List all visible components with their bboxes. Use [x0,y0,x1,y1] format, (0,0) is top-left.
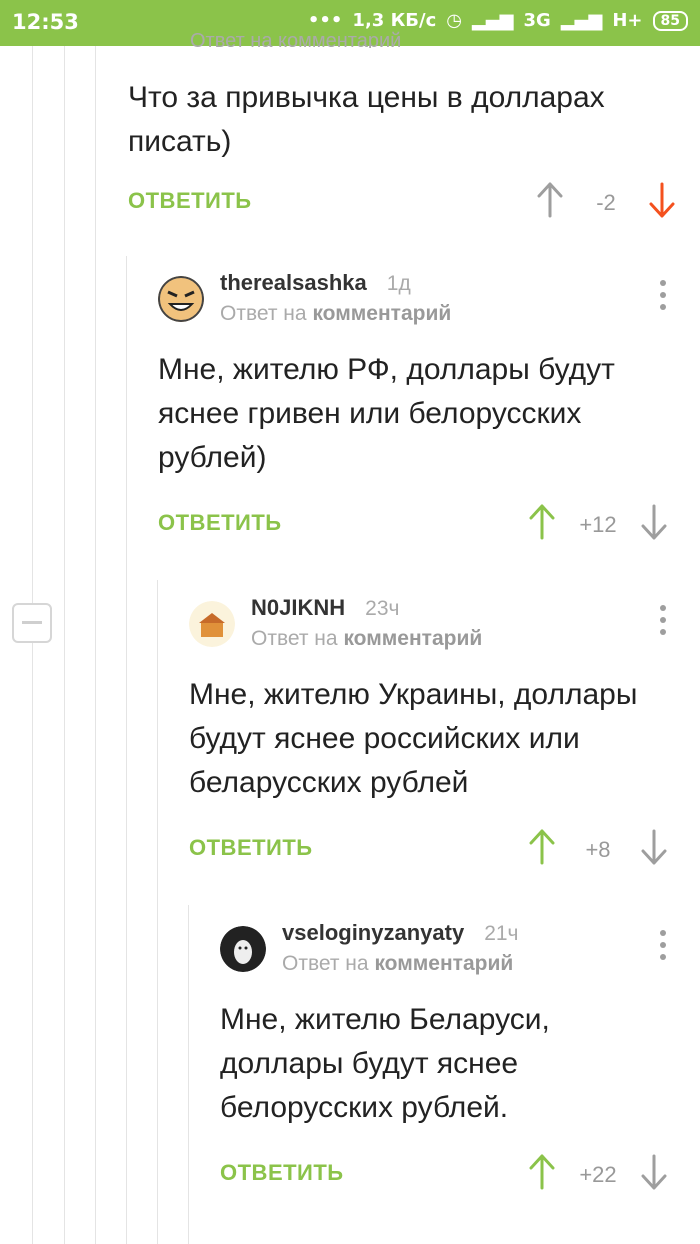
comment-header: vseloginyzanyaty 21ч Ответ на комментарий [220,920,668,980]
upvote-icon[interactable] [528,1154,556,1190]
status-time: 12:53 [12,10,79,34]
comment-actions: ОТВЕТИТЬ +8 [189,823,668,871]
partial-reply-header: Ответ на комментарий [190,30,402,48]
thread-line [126,256,127,1244]
downvote-icon[interactable] [640,829,668,865]
battery-icon: 85 [652,10,688,31]
signal-icon: ▂▄▆ [560,10,603,31]
vote-controls: +12 [528,502,668,542]
score: +8 [585,837,611,862]
score: -2 [596,190,616,215]
thread-line [32,46,33,1244]
comment-text: Мне, жителю Беларуси, доллары будут ясне… [220,1003,550,1124]
thread-line [157,580,158,1244]
thread-line [95,46,96,1244]
reply-to-line: Ответ на комментарий [282,952,514,975]
reply-target-link[interactable]: комментарий [312,302,451,325]
reply-target-link[interactable]: комментарий [374,952,513,975]
vote-controls: +22 [528,1152,668,1192]
more-menu-icon[interactable] [658,280,668,310]
downvote-icon[interactable] [648,182,676,218]
comment-time: 23ч [365,597,400,620]
signal-icon: ▂▄▆ [471,10,514,31]
more-menu-icon[interactable] [658,930,668,960]
score: +22 [579,1162,617,1187]
comment-top: Что за привычка цены в долларах писать) … [128,58,676,224]
comment: therealsashka 1д Ответ на комментарий Мне… [158,270,668,546]
network-type-h: H+ [612,10,643,31]
comment-header: N0JIKNH 23ч Ответ на комментарий [189,595,668,655]
comment-text: Мне, жителю Украины, доллары будут яснее… [189,678,638,799]
downvote-icon[interactable] [640,504,668,540]
author-name[interactable]: N0JIKNH 23ч [251,595,399,621]
comment-time: 1д [386,272,411,295]
vote-controls: -2 [536,180,676,220]
comment-time: 21ч [484,922,519,945]
reply-button[interactable]: ОТВЕТИТЬ [128,188,252,214]
reply-to-line: Ответ на комментарий [251,627,483,650]
avatar[interactable] [158,276,204,322]
comment-text: Что за привычка цены в долларах писать) [128,81,605,158]
thread-line [64,46,65,1244]
thread-line [188,905,189,1244]
collapse-thread-button[interactable] [12,603,52,643]
reply-button[interactable]: ОТВЕТИТЬ [189,835,313,861]
upvote-icon[interactable] [528,504,556,540]
reply-to-line: Ответ на комментарий [220,302,452,325]
comment-actions: ОТВЕТИТЬ +22 [220,1148,668,1196]
comment-header: therealsashka 1д Ответ на комментарий [158,270,668,330]
author-name[interactable]: vseloginyzanyaty 21ч [282,920,519,946]
comment: N0JIKNH 23ч Ответ на комментарий Мне, жит… [189,595,668,871]
network-speed: 1,3 КБ/с [352,10,437,31]
network-type-3g: 3G [523,10,551,31]
comment-actions: ОТВЕТИТЬ -2 [128,176,676,224]
more-menu-icon[interactable] [658,605,668,635]
comment-text: Мне, жителю РФ, доллары будут яснее грив… [158,353,615,474]
score: +12 [579,512,617,537]
reply-button[interactable]: ОТВЕТИТЬ [220,1160,344,1186]
upvote-icon[interactable] [528,829,556,865]
upvote-icon[interactable] [536,182,564,218]
reply-button[interactable]: ОТВЕТИТЬ [158,510,282,536]
alarm-icon: ◷ [446,10,462,31]
author-name[interactable]: therealsashka 1д [220,270,411,296]
comment: vseloginyzanyaty 21ч Ответ на комментарий… [220,920,668,1196]
status-indicators: ••• 1,3 КБ/с ◷ ▂▄▆ 3G ▂▄▆ H+ 85 [308,10,688,31]
reply-target-link[interactable]: комментарий [343,627,482,650]
comment-actions: ОТВЕТИТЬ +12 [158,498,668,546]
avatar[interactable] [189,601,235,647]
dots-icon: ••• [307,10,343,31]
avatar[interactable] [220,926,266,972]
downvote-icon[interactable] [640,1154,668,1190]
vote-controls: +8 [528,827,668,867]
